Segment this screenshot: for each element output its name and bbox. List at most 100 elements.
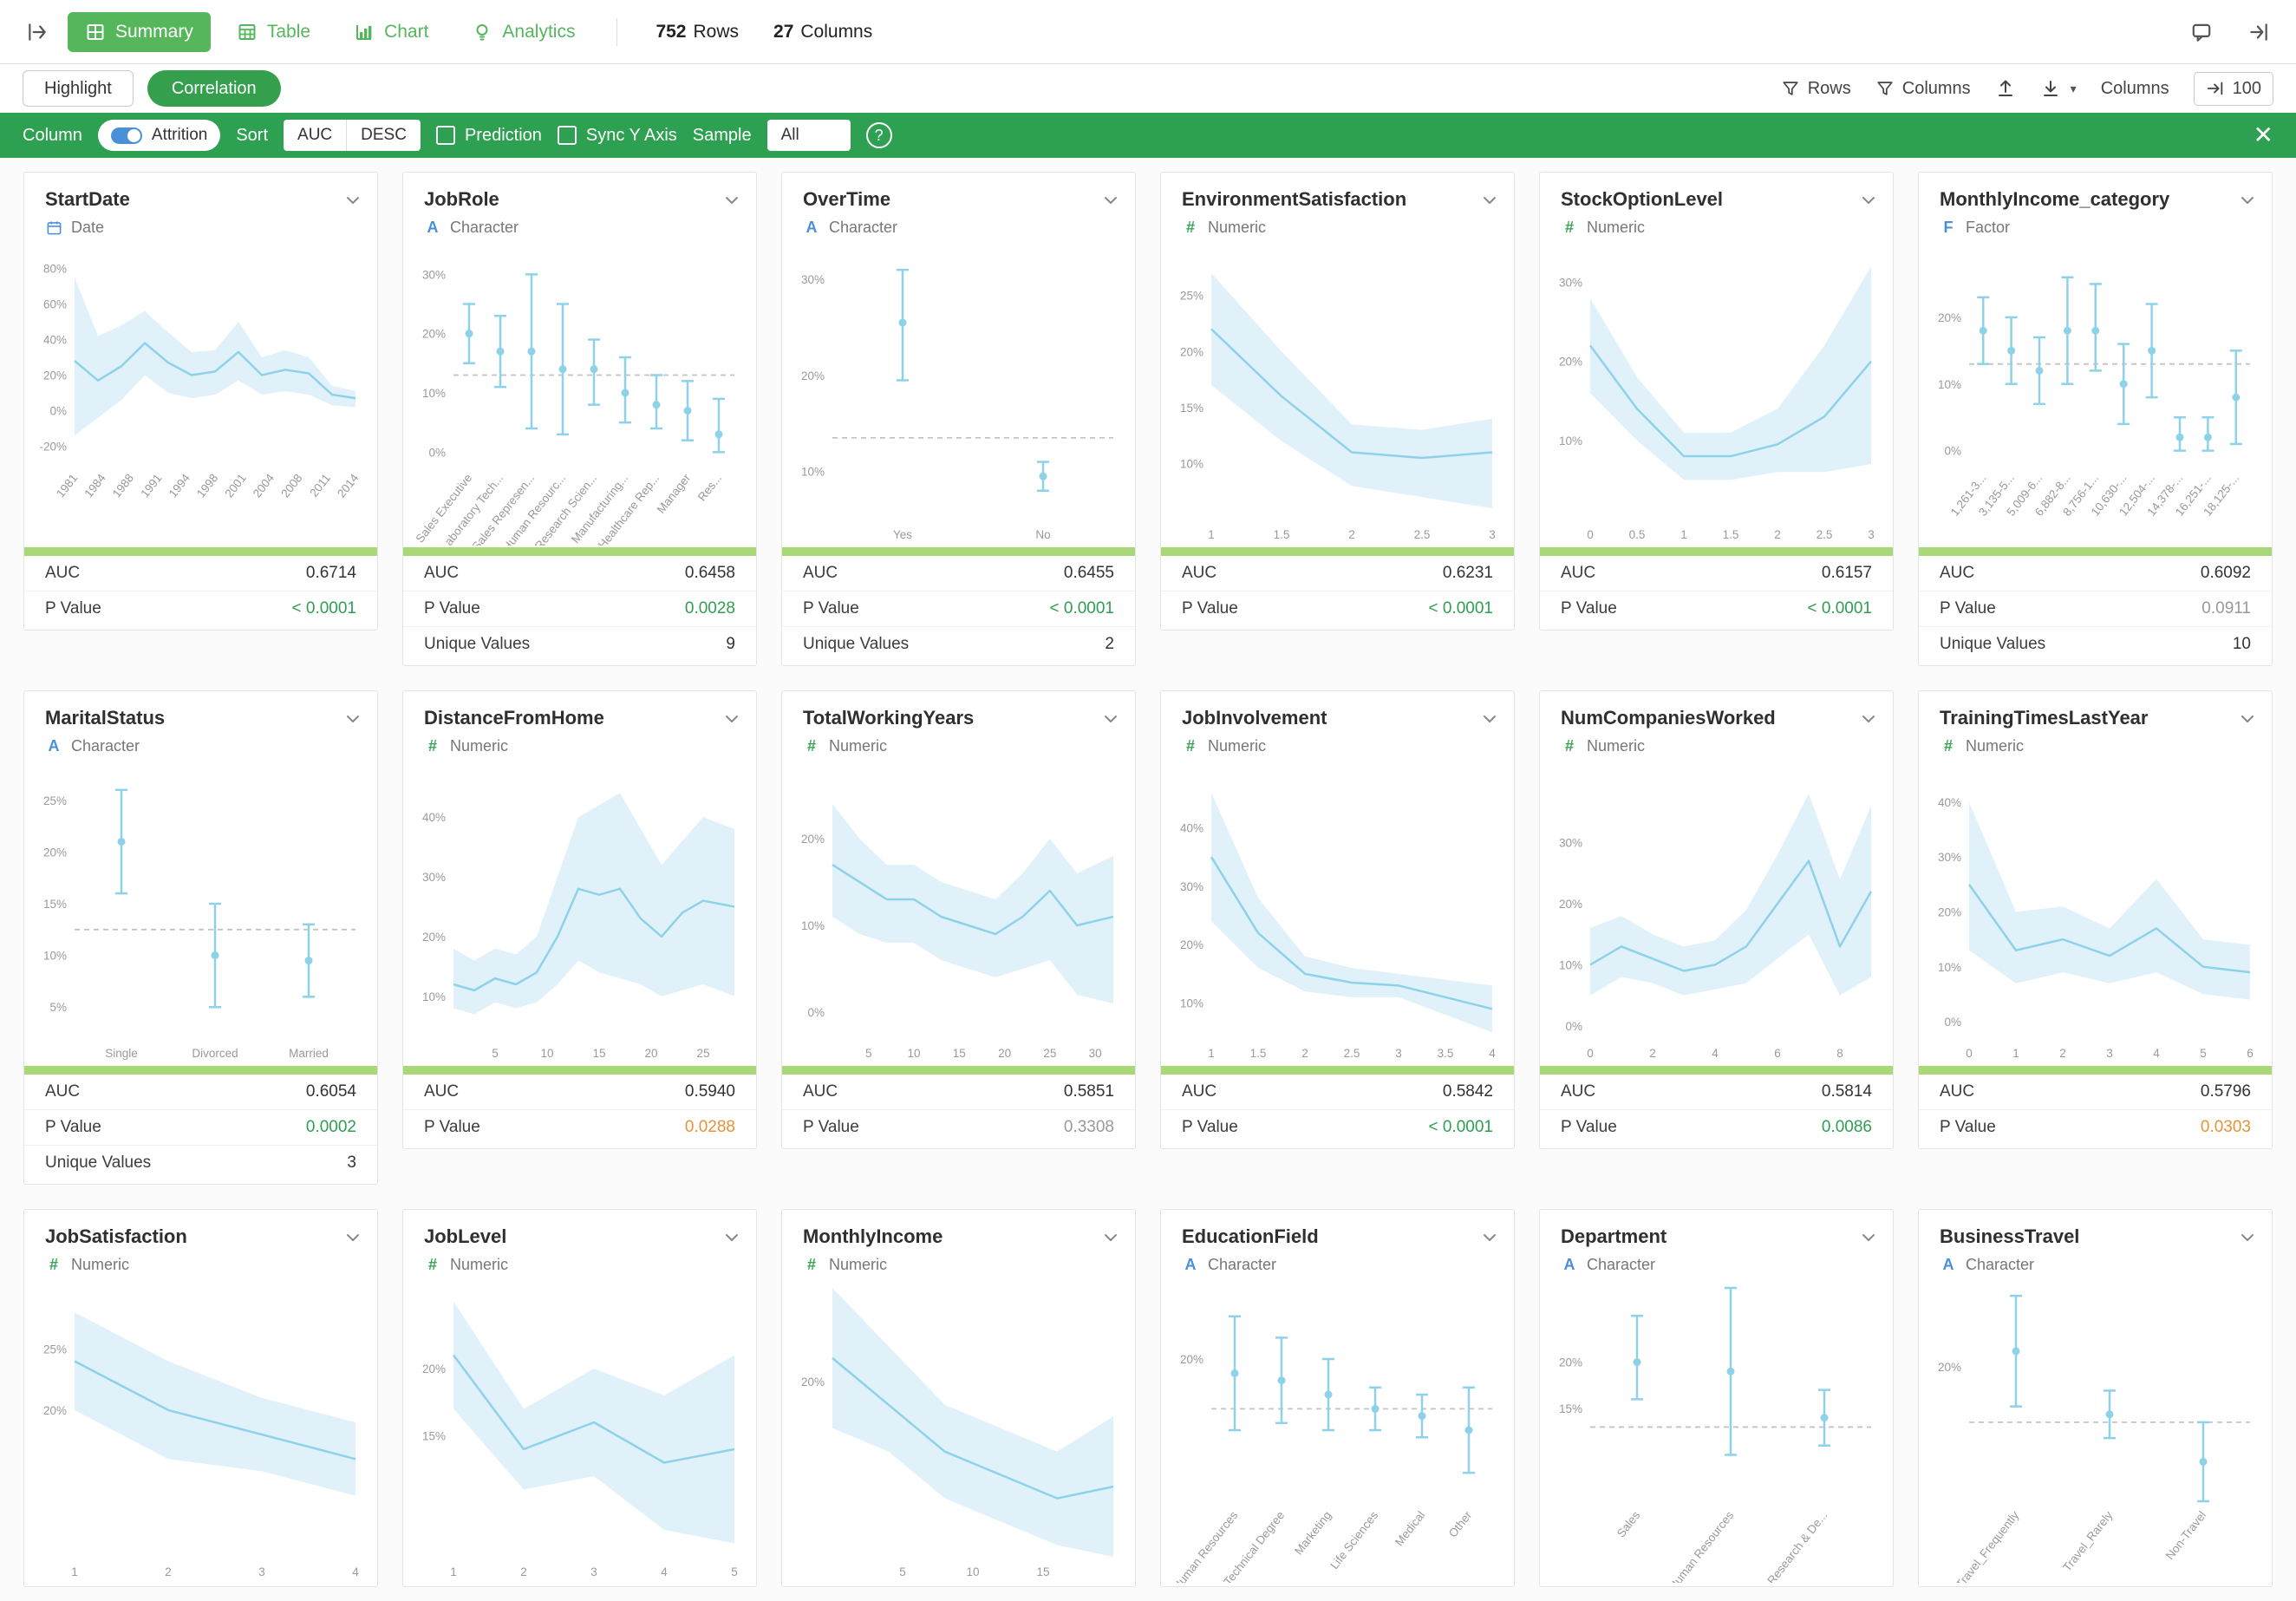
chevron-down-icon[interactable] [2237, 1227, 2258, 1248]
correlation-button[interactable]: Correlation [147, 70, 281, 107]
comment-bubble-icon[interactable] [2183, 14, 2220, 50]
stat-value: 0.5851 [1064, 1082, 1114, 1101]
svg-text:20%: 20% [422, 1362, 446, 1376]
filter-rows-button[interactable]: Rows [1781, 79, 1851, 99]
svg-text:Non-Travel: Non-Travel [2163, 1509, 2209, 1562]
export-button[interactable] [1995, 78, 2016, 99]
card-chart: 30%20%10%0%Sales ExecutiveLaboratory Tec… [403, 237, 756, 546]
character-icon: A [1182, 1256, 1199, 1274]
chevron-down-icon[interactable] [1858, 709, 1879, 729]
svg-text:Yes: Yes [893, 528, 912, 541]
tab-table[interactable]: Table [219, 12, 328, 52]
auc-bar [1919, 547, 2272, 556]
column-card: MonthlyIncome_category F Factor 20%10%0%… [1918, 172, 2273, 666]
chevron-down-icon[interactable] [2237, 190, 2258, 211]
collapse-panel-left-icon[interactable] [19, 14, 55, 50]
svg-text:2: 2 [1774, 528, 1781, 541]
sort-direction-select[interactable]: DESC [346, 120, 421, 151]
stat-label: P Value [45, 1118, 101, 1137]
card-chart: 25%20%1234 [24, 1274, 377, 1583]
card-title: JobLevel [424, 1225, 735, 1248]
auc-bar [782, 547, 1135, 556]
card-stats: AUC0.6157P Value< 0.0001 [1540, 556, 1893, 630]
sort-field-select[interactable]: AUC [284, 120, 346, 151]
chevron-down-icon[interactable] [1100, 1227, 1121, 1248]
chevron-down-icon[interactable] [1858, 1227, 1879, 1248]
chevron-down-icon[interactable] [1100, 190, 1121, 211]
column-card: JobSatisfaction # Numeric 25%20%1234 [23, 1209, 378, 1587]
stat-row: P Value< 0.0001 [782, 591, 1135, 626]
chevron-down-icon[interactable] [1100, 709, 1121, 729]
svg-text:1: 1 [1208, 528, 1215, 541]
character-icon: A [1940, 1256, 1957, 1274]
svg-text:0%: 0% [1944, 445, 1961, 458]
chevron-down-icon[interactable] [2237, 709, 2258, 729]
chevron-down-icon[interactable] [1479, 709, 1500, 729]
chevron-down-icon[interactable] [342, 709, 363, 729]
dtype-row: # Numeric [424, 737, 735, 755]
stat-label: AUC [1182, 564, 1216, 583]
svg-text:10: 10 [908, 1047, 921, 1060]
card-title: StartDate [45, 188, 356, 211]
filter-columns-button[interactable]: Columns [1875, 79, 1971, 99]
svg-text:2: 2 [165, 1565, 172, 1578]
svg-text:20%: 20% [1559, 356, 1582, 369]
sample-select[interactable]: All [767, 120, 851, 151]
dtype-row: # Numeric [424, 1256, 735, 1274]
chevron-down-icon[interactable] [721, 1227, 742, 1248]
highlight-button[interactable]: Highlight [23, 70, 134, 107]
svg-text:20%: 20% [1559, 898, 1582, 911]
card-header: MaritalStatus A Character [24, 691, 377, 755]
svg-text:25%: 25% [43, 794, 67, 807]
tab-analytics[interactable]: Analytics [454, 12, 592, 52]
svg-text:1: 1 [2012, 1047, 2019, 1060]
collapse-panel-right-icon[interactable] [2241, 14, 2277, 50]
svg-text:Research & De...: Research & De... [1764, 1509, 1830, 1583]
stat-value: 10 [2233, 635, 2251, 654]
close-banner-icon[interactable]: ✕ [2254, 123, 2273, 147]
chevron-down-icon[interactable] [721, 709, 742, 729]
chevron-down-icon[interactable] [1479, 190, 1500, 211]
card-stats [403, 1583, 756, 1586]
tab-summary[interactable]: Summary [68, 12, 211, 52]
sync-y-axis-label: Sync Y Axis [586, 126, 677, 146]
chart-canvas: 20%Human ResourcesTechnical DegreeMarket… [1170, 1278, 1499, 1583]
chevron-down-icon[interactable] [342, 1227, 363, 1248]
svg-text:2011: 2011 [307, 472, 333, 500]
sync-y-axis-check-item[interactable]: Sync Y Axis [558, 126, 677, 146]
prediction-checkbox[interactable] [436, 126, 455, 145]
auc-bar [403, 1066, 756, 1075]
svg-text:20%: 20% [1180, 345, 1203, 358]
chevron-down-icon[interactable] [1479, 1227, 1500, 1248]
columns-limit-control[interactable]: 100 [2194, 72, 2273, 106]
chevron-down-icon[interactable] [1858, 190, 1879, 211]
chevron-down-icon[interactable] [342, 190, 363, 211]
svg-text:30%: 30% [422, 871, 446, 884]
stat-label: P Value [1561, 1118, 1617, 1137]
stat-row: AUC0.6231 [1161, 556, 1514, 591]
column-toggle[interactable] [111, 127, 142, 144]
dtype-label: Numeric [450, 1256, 508, 1274]
stat-row: AUC0.6455 [782, 556, 1135, 591]
sync-y-axis-checkbox[interactable] [558, 126, 577, 145]
stat-row: Unique Values10 [1919, 626, 2272, 662]
download-button[interactable]: ▾ [2040, 78, 2077, 99]
svg-text:20%: 20% [1180, 938, 1203, 951]
stat-label: P Value [803, 599, 859, 618]
top-navbar: Summary Table Chart Analytics 752Rows 27… [0, 0, 2296, 64]
stat-value: 0.0303 [2201, 1118, 2251, 1137]
rows-count: 752Rows [656, 22, 739, 42]
tab-chart[interactable]: Chart [336, 12, 446, 52]
card-stats: AUC0.5796P Value0.0303 [1919, 1075, 2272, 1148]
chevron-down-icon[interactable] [721, 190, 742, 211]
column-selector[interactable]: Attrition [98, 120, 220, 151]
prediction-check-item[interactable]: Prediction [436, 126, 542, 146]
svg-text:20: 20 [998, 1047, 1011, 1060]
svg-text:40%: 40% [1180, 821, 1203, 834]
svg-text:15%: 15% [1180, 402, 1203, 415]
tab-label: Table [267, 22, 310, 42]
card-stats [1161, 1583, 1514, 1586]
help-icon[interactable]: ? [866, 122, 892, 148]
card-header: TotalWorkingYears # Numeric [782, 691, 1135, 755]
svg-text:60%: 60% [43, 298, 67, 311]
